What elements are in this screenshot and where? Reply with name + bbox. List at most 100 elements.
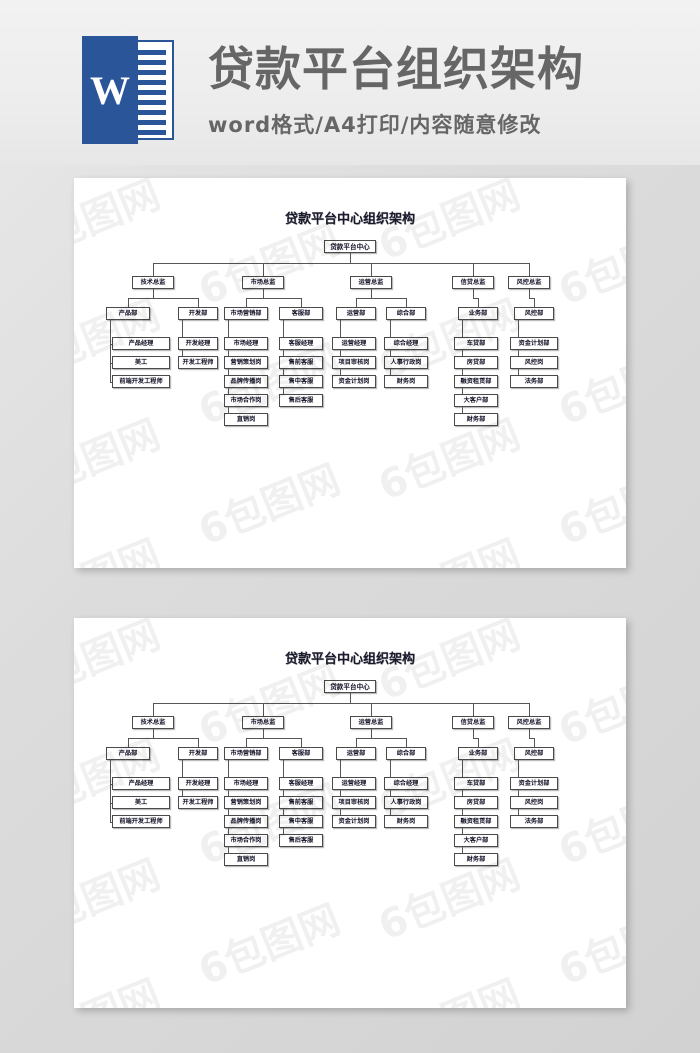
connector-dept-drop bbox=[246, 298, 247, 307]
org-node-staff-2-3: 市场合作岗 bbox=[224, 394, 268, 407]
org-node-department-7: 风控部 bbox=[514, 747, 554, 760]
org-node-staff-6-4: 财务部 bbox=[454, 853, 498, 866]
org-node-staff-5-1: 人事行政岗 bbox=[384, 356, 428, 369]
org-node-staff-2-1: 营销策划岗 bbox=[224, 796, 268, 809]
connector-dept-stem bbox=[529, 289, 530, 298]
connector-director-drop bbox=[371, 263, 372, 276]
org-node-staff-5-0: 综合经理 bbox=[384, 337, 428, 350]
org-node-staff-6-1: 房贷部 bbox=[454, 356, 498, 369]
org-node-staff-6-3: 大客户部 bbox=[454, 394, 498, 407]
org-node-department-3: 客服部 bbox=[279, 747, 323, 760]
org-node-director-0: 技术总监 bbox=[132, 716, 174, 729]
connector-dept-drop bbox=[356, 298, 357, 307]
org-node-staff-0-0: 产品经理 bbox=[112, 337, 170, 350]
org-node-department-2: 市场营销部 bbox=[224, 307, 268, 320]
connector-root-down bbox=[350, 693, 351, 703]
org-node-staff-2-3: 市场合作岗 bbox=[224, 834, 268, 847]
org-node-staff-0-2: 前端开发工程师 bbox=[112, 815, 170, 828]
org-node-staff-0-0: 产品经理 bbox=[112, 777, 170, 790]
org-node-staff-2-2: 品牌传播岗 bbox=[224, 815, 268, 828]
connector-dept-stem bbox=[371, 289, 372, 298]
connector-dept-drop bbox=[478, 738, 479, 747]
org-node-staff-2-1: 营销策划岗 bbox=[224, 356, 268, 369]
org-node-staff-0-2: 前端开发工程师 bbox=[112, 375, 170, 388]
org-node-department-0: 产品部 bbox=[106, 747, 150, 760]
connector-dept-drop bbox=[406, 738, 407, 747]
connector-dept-drop bbox=[478, 298, 479, 307]
connector-dept-bus bbox=[128, 738, 198, 739]
connector-director-drop bbox=[263, 703, 264, 716]
connector-dept-drop bbox=[301, 738, 302, 747]
org-node-staff-2-4: 直销岗 bbox=[224, 413, 268, 426]
connector-dept-drop bbox=[198, 738, 199, 747]
org-node-director-2: 运营总监 bbox=[350, 276, 392, 289]
org-node-staff-7-2: 法务部 bbox=[510, 375, 558, 388]
org-node-staff-4-0: 运营经理 bbox=[332, 777, 376, 790]
connector-dept-stem bbox=[263, 729, 264, 738]
connector-staff-spine bbox=[518, 320, 519, 382]
document-preview-card-2[interactable]: 6包图网 6包图网 6包图网 6包图网 6包图网 6包图网 6包图网 6包图网 6包图网 6包图网… bbox=[74, 618, 626, 1008]
org-node-staff-6-2: 融资租赁部 bbox=[454, 375, 498, 388]
word-logo-icon: W bbox=[82, 36, 174, 144]
org-node-staff-4-1: 项目审核岗 bbox=[332, 796, 376, 809]
connector-staff-spine bbox=[390, 760, 391, 822]
org-node-staff-7-1: 风控岗 bbox=[510, 356, 558, 369]
header-banner: W 贷款平台组织架构 word格式/A4打印/内容随意修改 bbox=[0, 0, 700, 165]
org-node-staff-3-1: 售前客服 bbox=[279, 356, 323, 369]
connector-dept-bus bbox=[356, 738, 406, 739]
connector-staff-spine bbox=[340, 760, 341, 822]
connector-dept-stem bbox=[529, 729, 530, 738]
org-node-department-7: 风控部 bbox=[514, 307, 554, 320]
connector-dept-drop bbox=[128, 738, 129, 747]
connector-dept-bus bbox=[246, 298, 301, 299]
connector-dept-drop bbox=[301, 298, 302, 307]
document-preview-card-1[interactable]: 6包图网 6包图网 6包图网 6包图网 6包图网 6包图网 6包图网 6包图网 6包图网 6包图网… bbox=[74, 178, 626, 568]
connector-dept-drop bbox=[356, 738, 357, 747]
connector-dept-drop bbox=[406, 298, 407, 307]
org-node-staff-1-0: 开发经理 bbox=[178, 777, 218, 790]
org-node-department-0: 产品部 bbox=[106, 307, 150, 320]
chart-title: 贷款平台中心组织架构 bbox=[284, 212, 415, 227]
connector-dept-stem bbox=[153, 289, 154, 298]
org-node-staff-7-2: 法务部 bbox=[510, 815, 558, 828]
org-node-department-1: 开发部 bbox=[178, 307, 218, 320]
connector-director-drop bbox=[153, 263, 154, 276]
connector-staff-spine bbox=[340, 320, 341, 382]
org-node-director-3: 信贷总监 bbox=[452, 276, 494, 289]
org-chart-canvas-1: 贷款平台中心组织架构 贷款平台中心 技术总监 市场总监 运营总监 信贷总监 风控总监 产品部… bbox=[74, 178, 626, 568]
org-node-department-1: 开发部 bbox=[178, 747, 218, 760]
connector-director-drop bbox=[263, 263, 264, 276]
org-node-director-1: 市场总监 bbox=[242, 716, 284, 729]
org-node-department-5: 综合部 bbox=[386, 747, 426, 760]
connector-dept-stem bbox=[263, 289, 264, 298]
org-node-department-5: 综合部 bbox=[386, 307, 426, 320]
connector-dept-stem bbox=[473, 289, 474, 298]
org-node-staff-6-0: 车贷部 bbox=[454, 777, 498, 790]
org-node-department-6: 业务部 bbox=[458, 747, 498, 760]
org-node-staff-2-2: 品牌传播岗 bbox=[224, 375, 268, 388]
org-node-staff-6-2: 融资租赁部 bbox=[454, 815, 498, 828]
org-node-staff-4-2: 资金计划岗 bbox=[332, 815, 376, 828]
connector-staff-spine bbox=[110, 760, 111, 822]
connector-director-drop bbox=[529, 703, 530, 716]
connector-staff-spine bbox=[390, 320, 391, 382]
connector-staff-spine bbox=[518, 760, 519, 822]
connector-dept-drop bbox=[534, 738, 535, 747]
org-node-staff-6-0: 车贷部 bbox=[454, 337, 498, 350]
org-node-staff-6-1: 房贷部 bbox=[454, 796, 498, 809]
connector-dept-drop bbox=[534, 298, 535, 307]
connector-staff-spine bbox=[110, 320, 111, 382]
connector-dept-stem bbox=[473, 729, 474, 738]
connector-director-drop bbox=[153, 703, 154, 716]
org-node-staff-7-0: 资金计划部 bbox=[510, 337, 558, 350]
banner-title: 贷款平台组织架构 bbox=[208, 42, 584, 96]
connector-dept-bus bbox=[246, 738, 301, 739]
org-node-staff-3-3: 售后客服 bbox=[279, 394, 323, 407]
org-node-staff-3-2: 售中客服 bbox=[279, 815, 323, 828]
connector-dept-bus bbox=[128, 298, 198, 299]
org-node-department-4: 运营部 bbox=[336, 747, 376, 760]
connector-director-drop bbox=[371, 703, 372, 716]
org-node-staff-5-2: 财务岗 bbox=[384, 375, 428, 388]
chart-title: 贷款平台中心组织架构 bbox=[284, 652, 415, 667]
connector-director-drop bbox=[473, 263, 474, 276]
